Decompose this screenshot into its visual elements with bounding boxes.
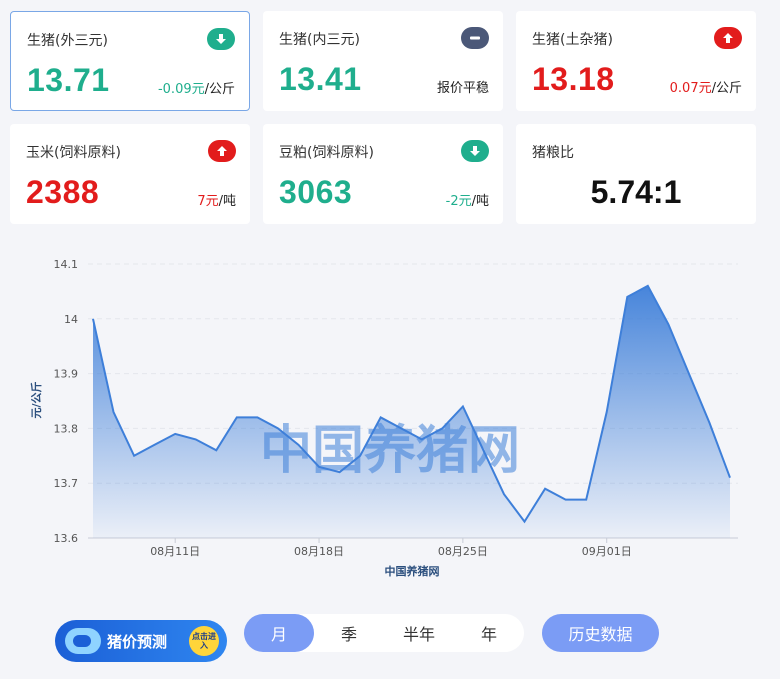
card-change: 7元/吨 [197, 194, 236, 209]
card-change: 报价平稳 [436, 81, 489, 96]
arrow-up-icon [208, 140, 236, 162]
arrow-down-icon [461, 140, 489, 162]
price-card-pig-outer[interactable]: 生猪(外三元) 13.71 -0.09元/公斤 [10, 11, 250, 111]
period-tabs: 月 季 半年 年 [244, 614, 524, 652]
chart-svg: 中国养猪网 13.6 13.7 13.8 13.9 14 14.1 08月11日 08月18… [29, 258, 738, 578]
card-price: 13.18 [532, 61, 615, 97]
y-tick-label: 13.7 [54, 477, 79, 490]
card-price: 2388 [26, 174, 100, 210]
card-title: 生猪(外三元) [27, 33, 108, 49]
y-tick-label: 13.9 [54, 368, 79, 381]
y-tick-label: 14 [64, 313, 78, 326]
card-title: 豆粕(饲料原料) [279, 145, 374, 161]
card-change: -2元/吨 [445, 194, 489, 209]
x-tick-label: 08月18日 [294, 545, 344, 558]
card-ratio: 5.74:1 [590, 174, 682, 210]
card-price: 3063 [279, 174, 353, 210]
price-forecast-button[interactable]: 猪价预测 点击进入 [55, 620, 227, 662]
arrow-up-icon [714, 27, 742, 49]
y-tick-label: 13.6 [54, 532, 79, 545]
y-tick-label: 14.1 [54, 258, 79, 271]
price-card-soymeal[interactable]: 豆粕(饲料原料) 3063 -2元/吨 [263, 124, 503, 224]
arrow-down-icon [207, 28, 235, 50]
x-tick-label: 09月01日 [582, 545, 632, 558]
promo-badge: 点击进入 [189, 626, 219, 656]
price-card-pig-local[interactable]: 生猪(土杂猪) 13.18 0.07元/公斤 [516, 11, 756, 111]
price-trend-chart: 中国养猪网 13.6 13.7 13.8 13.9 14 14.1 08月11日 08月18… [0, 240, 780, 590]
tab-month[interactable]: 月 [244, 614, 314, 652]
card-title: 玉米(饲料原料) [26, 145, 121, 161]
card-price: 13.71 [27, 62, 110, 98]
price-card-pig-grain-ratio[interactable]: 猪粮比 5.74:1 [516, 124, 756, 224]
tab-quarter[interactable]: 季 [314, 614, 384, 652]
card-title: 猪粮比 [532, 145, 574, 161]
minus-icon [461, 27, 489, 49]
card-change: -0.09元/公斤 [157, 82, 235, 97]
card-title: 生猪(土杂猪) [532, 32, 613, 48]
y-tick-label: 13.8 [54, 422, 79, 435]
card-title: 生猪(内三元) [279, 32, 360, 48]
x-tick-label: 08月25日 [438, 545, 488, 558]
card-price: 13.41 [279, 61, 362, 97]
price-card-corn[interactable]: 玉米(饲料原料) 2388 7元/吨 [10, 124, 250, 224]
bottom-controls: 猪价预测 点击进入 月 季 半年 年 历史数据 [0, 600, 780, 670]
tab-half-year[interactable]: 半年 [384, 614, 454, 652]
series-area [93, 285, 730, 538]
promo-label: 猪价预测 [107, 632, 168, 651]
card-change: 0.07元/公斤 [669, 81, 742, 96]
history-data-button[interactable]: 历史数据 [542, 614, 659, 652]
x-tick-label: 08月11日 [150, 545, 200, 558]
x-axis-label: 中国养猪网 [385, 564, 440, 578]
tab-year[interactable]: 年 [454, 614, 524, 652]
price-card-pig-inner[interactable]: 生猪(内三元) 13.41 报价平稳 [263, 11, 503, 111]
cloud-icon [65, 628, 101, 654]
y-axis-label: 元/公斤 [29, 381, 43, 418]
